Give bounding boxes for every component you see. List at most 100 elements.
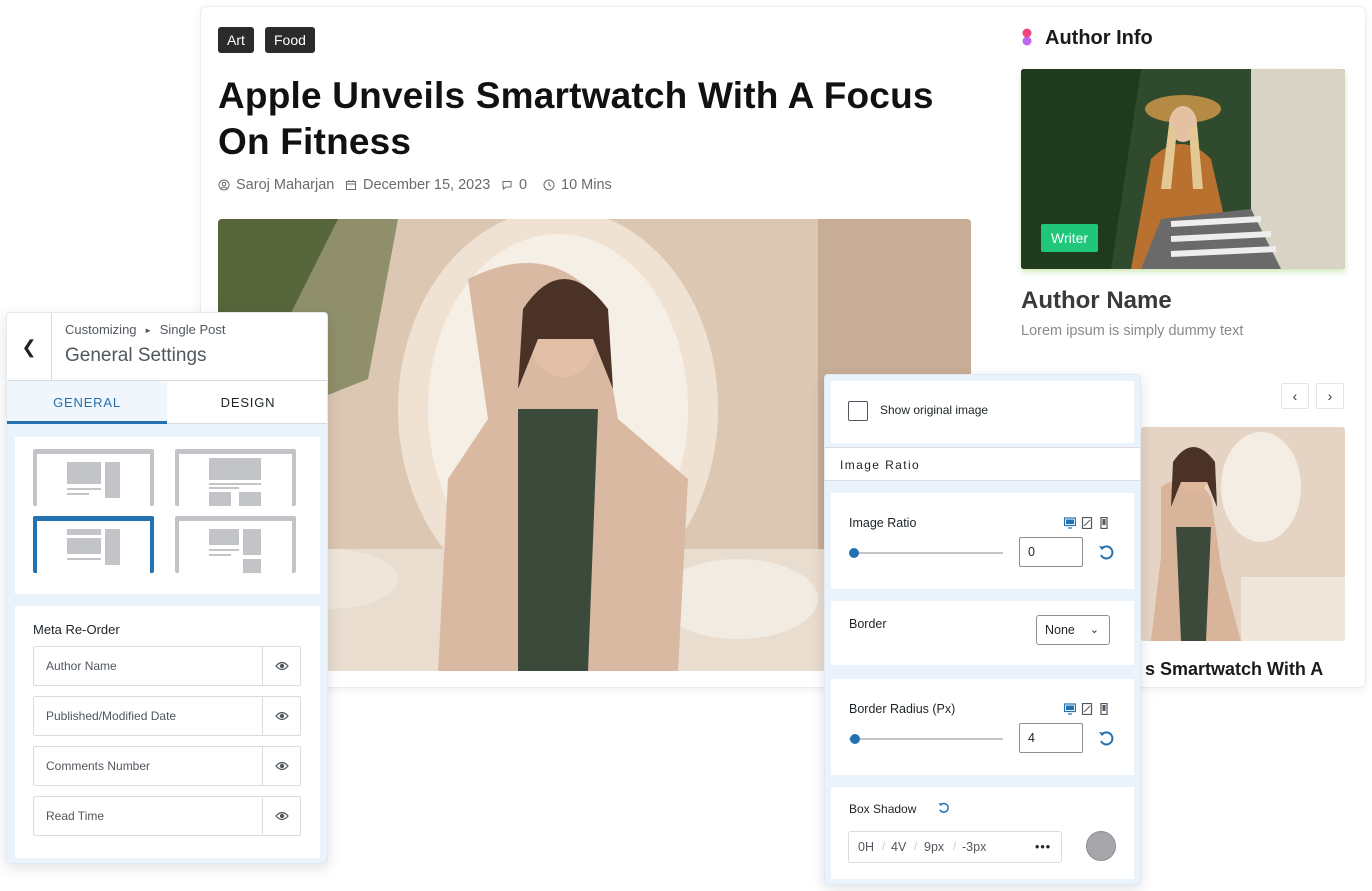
tag-art[interactable]: Art [218, 27, 254, 53]
blog-preview: Art Food Apple Unveils Smartwatch With A… [200, 6, 1366, 688]
box-shadow-control: Box Shadow 0H / 4V / 9px / -3px ••• [831, 787, 1134, 879]
customizer-panel-image: Show original image Image Ratio Image Ra… [824, 374, 1141, 885]
more-options-icon[interactable]: ••• [1035, 832, 1051, 862]
slider-next-button[interactable]: › [1316, 383, 1344, 409]
meta-item-published-date[interactable]: Published/Modified Date [33, 696, 301, 736]
read-time-meta: 10 Mins [561, 177, 612, 193]
image-ratio-slider-track[interactable] [849, 552, 1003, 554]
show-original-checkbox[interactable] [848, 401, 868, 421]
image-ratio-heading: Image Ratio [840, 458, 921, 472]
section-dot-icon [1022, 28, 1032, 46]
show-original-section: Show original image [831, 381, 1134, 443]
author-description: Lorem ipsum is simply dummy text [1021, 323, 1244, 339]
eye-icon[interactable] [262, 797, 300, 835]
shadow-color-swatch[interactable] [1086, 831, 1116, 861]
mobile-icon[interactable] [1098, 517, 1110, 529]
desktop-icon[interactable] [1064, 517, 1076, 529]
shadow-horizontal[interactable]: 0H [858, 832, 874, 862]
related-post-title[interactable]: s Smartwatch With A [1145, 659, 1323, 680]
meta-item-read-time[interactable]: Read Time [33, 796, 301, 836]
calendar-icon [346, 180, 356, 190]
border-radius-slider-track[interactable] [849, 738, 1003, 740]
post-title: Apple Unveils Smartwatch With A Focus On… [218, 75, 934, 162]
meta-item-label: Read Time [46, 809, 105, 823]
tab-general[interactable]: GENERAL [7, 381, 167, 424]
eye-icon[interactable] [262, 697, 300, 735]
author-name-meta: Saroj Maharjan [236, 177, 335, 193]
meta-author[interactable]: Saroj Maharjan [218, 177, 334, 193]
image-ratio-control: Image Ratio 0 [831, 493, 1134, 589]
chevron-left-icon: ‹ [1292, 388, 1298, 404]
border-label: Border [849, 617, 887, 631]
chevron-right-icon: › [1327, 388, 1333, 404]
image-ratio-input[interactable]: 0 [1019, 537, 1083, 567]
border-select[interactable]: None ⌄ [1036, 615, 1110, 645]
box-shadow-values[interactable]: 0H / 4V / 9px / -3px ••• [848, 831, 1062, 863]
layout-option-3[interactable] [33, 516, 154, 573]
border-control: Border None ⌄ [831, 601, 1134, 665]
border-radius-label: Border Radius (Px) [849, 702, 956, 716]
author-photo: Writer [1021, 69, 1345, 269]
comment-icon [502, 181, 512, 191]
meta-item-label: Author Name [46, 659, 117, 673]
chevron-down-icon: ⌄ [1089, 624, 1099, 636]
image-ratio-slider-handle[interactable] [849, 548, 859, 558]
box-shadow-label: Box Shadow [849, 802, 917, 816]
tablet-icon[interactable] [1081, 703, 1093, 715]
triangle-right-icon: ► [144, 326, 153, 335]
border-radius-control: Border Radius (Px) 4 [831, 679, 1134, 775]
customizer-panel-general: ❮ Customizing ► Single Post General Sett… [6, 312, 328, 864]
border-radius-input[interactable]: 4 [1019, 723, 1083, 753]
eye-icon[interactable] [262, 647, 300, 685]
chevron-left-icon: ❮ [21, 336, 37, 357]
layout-option-1[interactable] [33, 449, 154, 506]
related-post-image [1141, 427, 1345, 641]
layout-selector [15, 437, 320, 594]
tab-design[interactable]: DESIGN [167, 381, 327, 424]
responsive-device-switcher [1064, 517, 1110, 529]
show-original-label[interactable]: Show original image [880, 403, 988, 417]
layout-option-4[interactable] [175, 516, 296, 573]
reset-icon[interactable] [1097, 729, 1115, 747]
eye-icon[interactable] [262, 747, 300, 785]
mobile-icon[interactable] [1098, 703, 1110, 715]
author-info-heading: Author Info [1045, 27, 1153, 49]
clock-icon [543, 179, 555, 191]
reset-icon[interactable] [937, 801, 950, 814]
shadow-vertical[interactable]: 4V [891, 832, 906, 862]
back-button[interactable]: ❮ [7, 313, 52, 381]
panel-title: General Settings [65, 345, 207, 366]
meta-reorder-section: Meta Re-Order Author Name Published/Modi… [15, 606, 320, 858]
panel-header: ❮ Customizing ► Single Post General Sett… [7, 313, 327, 381]
tag-food[interactable]: Food [265, 27, 315, 53]
meta-date: December 15, 2023 [345, 177, 490, 193]
date-meta: December 15, 2023 [363, 177, 491, 193]
meta-comments[interactable]: 0 [501, 177, 527, 193]
meta-item-comments-number[interactable]: Comments Number [33, 746, 301, 786]
layout-option-2[interactable] [175, 449, 296, 506]
shadow-spread[interactable]: -3px [962, 832, 986, 862]
meta-item-label: Published/Modified Date [46, 709, 177, 723]
slider-prev-button[interactable]: ‹ [1281, 383, 1309, 409]
author-name: Author Name [1021, 287, 1172, 314]
breadcrumb-root: Customizing [65, 322, 137, 337]
reset-icon[interactable] [1097, 543, 1115, 561]
comments-meta: 0 [519, 177, 528, 193]
image-ratio-label: Image Ratio [849, 516, 917, 530]
meta-reorder-heading: Meta Re-Order [33, 622, 120, 637]
writer-badge: Writer [1041, 224, 1099, 252]
breadcrumb-section: Single Post [159, 322, 226, 337]
border-radius-slider-handle[interactable] [850, 734, 860, 744]
meta-item-label: Comments Number [46, 759, 151, 773]
panel-tabs: GENERAL DESIGN [7, 381, 327, 424]
shadow-blur[interactable]: 9px [924, 832, 944, 862]
meta-item-author-name[interactable]: Author Name [33, 646, 301, 686]
user-icon [218, 179, 230, 191]
tablet-icon[interactable] [1081, 517, 1093, 529]
responsive-device-switcher [1064, 703, 1110, 715]
border-select-value: None [1045, 623, 1075, 637]
desktop-icon[interactable] [1064, 703, 1076, 715]
breadcrumb: Customizing ► Single Post [65, 322, 225, 337]
meta-read-time: 10 Mins [543, 177, 612, 193]
image-ratio-section-header: Image Ratio [825, 447, 1140, 481]
